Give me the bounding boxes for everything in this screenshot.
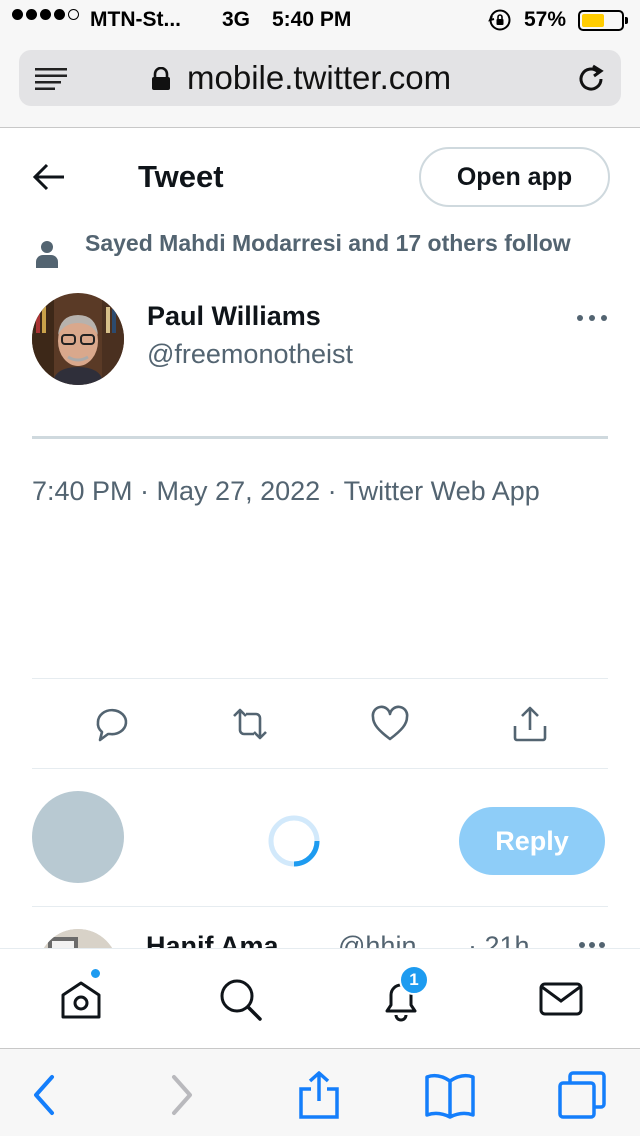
- share-icon[interactable]: [510, 704, 550, 744]
- browser-back-icon[interactable]: [18, 1071, 70, 1119]
- page-title: Tweet: [138, 159, 224, 194]
- browser-share-icon[interactable]: [293, 1071, 345, 1119]
- content-divider: [32, 436, 608, 439]
- tweet-timestamp[interactable]: 7:40 PM · May 27, 2022 · Twitter Web App: [32, 472, 572, 510]
- mail-icon: [539, 982, 583, 1016]
- search-icon: [220, 979, 262, 1021]
- home-new-indicator: [89, 967, 102, 980]
- reader-menu-icon[interactable]: [35, 68, 69, 90]
- network-type: 3G: [222, 8, 251, 31]
- carrier-name: MTN-St...: [90, 8, 181, 31]
- clock: 5:40 PM: [272, 8, 352, 31]
- retweet-icon[interactable]: [230, 704, 270, 744]
- battery-percentage: 57%: [524, 8, 567, 31]
- person-icon: [36, 241, 58, 268]
- reply-author-name[interactable]: Hanif Ama: [146, 931, 279, 948]
- bookmarks-icon[interactable]: [424, 1071, 476, 1119]
- reply-author-handle[interactable]: @hhin: [338, 931, 416, 948]
- home-icon: [61, 981, 101, 1019]
- tab-search[interactable]: [216, 975, 264, 1023]
- battery-icon: [578, 10, 628, 31]
- browser-toolbar: [0, 1048, 640, 1136]
- notification-count-badge: 1: [399, 965, 429, 995]
- followers-you-know-link[interactable]: Sayed Mahdi Modarresi and 17 others foll…: [85, 228, 585, 258]
- reload-icon[interactable]: [575, 63, 607, 95]
- url-text[interactable]: mobile.twitter.com: [187, 59, 451, 97]
- loading-spinner-icon: [268, 815, 320, 867]
- next-reply-preview[interactable]: Hanif Ama @hhin · 21h: [0, 907, 640, 948]
- url-field[interactable]: mobile.twitter.com: [19, 50, 621, 106]
- tab-messages[interactable]: [537, 975, 585, 1023]
- tabs-icon[interactable]: [556, 1071, 608, 1119]
- tweet-author: Paul Williams @freemonotheist: [32, 293, 612, 389]
- back-arrow-icon[interactable]: [32, 162, 66, 192]
- author-handle[interactable]: @freemonotheist: [147, 339, 353, 370]
- reply-time: · 21h: [468, 931, 530, 948]
- tweet-header: Tweet Open app: [0, 129, 640, 225]
- author-name[interactable]: Paul Williams: [147, 301, 321, 332]
- divider: [32, 678, 608, 679]
- reply-button[interactable]: Reply: [459, 807, 605, 875]
- signal-strength-icon: [12, 9, 79, 20]
- author-avatar[interactable]: [32, 293, 124, 385]
- rotation-lock-icon: [488, 9, 511, 31]
- more-options-icon[interactable]: [576, 313, 608, 323]
- reply-icon[interactable]: [92, 704, 132, 744]
- browser-forward-icon: [172, 1075, 192, 1115]
- like-icon[interactable]: [370, 704, 410, 744]
- secure-lock-icon: [152, 67, 170, 90]
- tweet-actions: [32, 680, 608, 768]
- open-app-button[interactable]: Open app: [419, 147, 610, 207]
- browser-address-bar: mobile.twitter.com: [0, 40, 640, 128]
- reply-author-avatar[interactable]: [38, 929, 118, 948]
- user-avatar-placeholder: [32, 791, 124, 883]
- bottom-navigation: 1: [0, 948, 640, 1048]
- divider: [32, 768, 608, 769]
- tab-notifications[interactable]: 1: [377, 965, 429, 1023]
- more-options-icon[interactable]: [578, 941, 606, 948]
- reply-composer: Reply: [0, 770, 640, 906]
- tab-home[interactable]: [57, 967, 105, 1023]
- status-bar: MTN-St... 3G 5:40 PM 57%: [0, 0, 640, 40]
